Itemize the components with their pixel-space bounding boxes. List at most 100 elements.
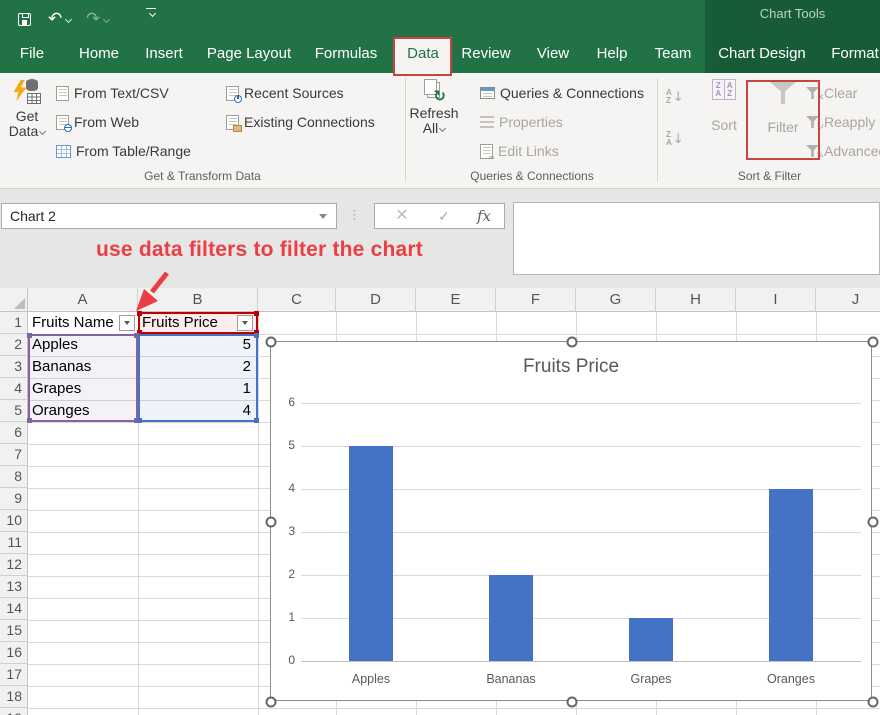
column-header-E[interactable]: E <box>416 288 496 312</box>
column-header-D[interactable]: D <box>336 288 416 312</box>
queries-connections-button[interactable]: Queries & Connections <box>480 81 644 105</box>
filter-dropdown-A1[interactable] <box>119 315 135 331</box>
chart-selection-handle[interactable] <box>266 697 277 708</box>
dropdown-arrow-icon <box>242 321 248 325</box>
tab-home[interactable]: Home <box>79 45 119 62</box>
get-data-button[interactable]: Get Data <box>3 79 51 139</box>
tab-insert[interactable]: Insert <box>145 45 183 62</box>
properties-button[interactable]: Properties <box>480 110 563 134</box>
cell-A2[interactable]: Apples <box>32 334 132 356</box>
tab-data-selected[interactable]: Data <box>394 37 452 73</box>
existing-connections-button[interactable]: Existing Connections <box>226 110 375 134</box>
edit-links-button[interactable]: ∞ Edit Links <box>480 139 559 163</box>
sort-button[interactable]: ZAAZ Sort <box>701 79 747 133</box>
filter-button[interactable]: Filter <box>752 79 814 135</box>
refresh-all-label-1: Refresh <box>409 106 459 121</box>
from-text-csv-button[interactable]: From Text/CSV <box>56 81 169 105</box>
filter-dropdown-B1[interactable] <box>237 315 253 331</box>
customize-quick-access-toolbar-button[interactable] <box>146 8 156 30</box>
select-all-button[interactable] <box>0 288 28 312</box>
cell-A4[interactable]: Grapes <box>32 378 132 400</box>
row-header-4[interactable]: 4 <box>0 378 28 400</box>
save-button[interactable] <box>18 8 31 30</box>
tab-team[interactable]: Team <box>655 45 692 62</box>
cancel-icon[interactable]: ✕ <box>387 204 417 228</box>
tab-page-layout[interactable]: Page Layout <box>207 45 291 62</box>
group-label-sort-filter: Sort & Filter <box>659 169 880 183</box>
row-header-16[interactable]: 16 <box>0 642 28 664</box>
chart-selection-handle[interactable] <box>266 517 277 528</box>
chart-selection-handle[interactable] <box>567 697 578 708</box>
cell-A5[interactable]: Oranges <box>32 400 132 422</box>
formula-input[interactable] <box>513 202 880 275</box>
row-header-12[interactable]: 12 <box>0 554 28 576</box>
name-box[interactable]: Chart 2 <box>1 203 337 229</box>
cell-B2[interactable]: 5 <box>138 334 251 356</box>
table-range-icon <box>56 145 71 158</box>
group-label-queries: Queries & Connections <box>407 169 657 183</box>
column-header-F[interactable]: F <box>496 288 576 312</box>
chart-selection-handle[interactable] <box>266 337 277 348</box>
web-globe-icon <box>56 115 69 130</box>
chart-selection-handle[interactable] <box>868 337 879 348</box>
chart-selection-handle[interactable] <box>567 337 578 348</box>
cell-B1[interactable]: Fruits Price <box>142 312 234 334</box>
cell-B5[interactable]: 4 <box>138 400 251 422</box>
undo-button[interactable]: ↶ <box>48 8 71 30</box>
chart-object[interactable]: Fruits Price 0123456ApplesBananasGrapesO… <box>270 341 872 701</box>
row-header-2[interactable]: 2 <box>0 334 28 356</box>
group-separator <box>405 78 406 182</box>
cell-A1[interactable]: Fruits Name <box>32 312 118 334</box>
row-header-8[interactable]: 8 <box>0 466 28 488</box>
chart-selection-handle[interactable] <box>868 517 879 528</box>
tab-format[interactable]: Format <box>831 45 879 62</box>
row-header-13[interactable]: 13 <box>0 576 28 598</box>
row-header-14[interactable]: 14 <box>0 598 28 620</box>
row-header-17[interactable]: 17 <box>0 664 28 686</box>
from-web-label: From Web <box>74 114 139 130</box>
cell-B4[interactable]: 1 <box>138 378 251 400</box>
row-header-6[interactable]: 6 <box>0 422 28 444</box>
row-header-15[interactable]: 15 <box>0 620 28 642</box>
row-header-7[interactable]: 7 <box>0 444 28 466</box>
tab-view[interactable]: View <box>537 45 569 62</box>
row-header-18[interactable]: 18 <box>0 686 28 708</box>
tab-file[interactable]: File <box>20 45 44 62</box>
recent-sources-button[interactable]: Recent Sources <box>226 81 344 105</box>
from-table-range-button[interactable]: From Table/Range <box>56 139 191 163</box>
get-data-label-1: Get <box>3 109 51 124</box>
column-header-J[interactable]: J <box>816 288 880 312</box>
sort-ascending-button[interactable]: AZ↓ <box>666 85 684 109</box>
sort-descending-button[interactable]: ZA↓ <box>666 127 684 151</box>
column-header-B[interactable]: B <box>138 288 258 312</box>
tab-formulas[interactable]: Formulas <box>315 45 378 62</box>
excel-window: Chart Tools ↶ ↷ File Home Insert Page La… <box>0 0 880 715</box>
row-header-1[interactable]: 1 <box>0 312 28 334</box>
chart-selection-handle[interactable] <box>868 697 879 708</box>
column-header-I[interactable]: I <box>736 288 816 312</box>
redo-button[interactable]: ↷ <box>86 8 109 30</box>
row-header-11[interactable]: 11 <box>0 532 28 554</box>
formula-bar-drag-handle[interactable]: ⋮ <box>348 203 361 229</box>
column-header-C[interactable]: C <box>258 288 336 312</box>
row-header-19[interactable]: 19 <box>0 708 28 715</box>
tab-chart-design[interactable]: Chart Design <box>718 45 806 62</box>
enter-check-icon[interactable]: ✓ <box>429 204 459 228</box>
row-header-9[interactable]: 9 <box>0 488 28 510</box>
column-header-H[interactable]: H <box>656 288 736 312</box>
row-header-10[interactable]: 10 <box>0 510 28 532</box>
row-header-3[interactable]: 3 <box>0 356 28 378</box>
row-header-5[interactable]: 5 <box>0 400 28 422</box>
clear-filter-button[interactable]: ✕ Clear <box>806 81 857 105</box>
tab-review[interactable]: Review <box>461 45 510 62</box>
from-web-button[interactable]: From Web <box>56 110 139 134</box>
column-header-A[interactable]: A <box>28 288 138 312</box>
reapply-filter-button[interactable]: ↻ Reapply <box>806 110 875 134</box>
cell-A3[interactable]: Bananas <box>32 356 132 378</box>
tab-help[interactable]: Help <box>597 45 628 62</box>
insert-function-button[interactable]: fx <box>469 204 499 228</box>
cell-B3[interactable]: 2 <box>138 356 251 378</box>
refresh-all-button[interactable]: ↻ Refresh All <box>409 79 459 136</box>
advanced-filter-button[interactable]: ✎ Advanced <box>806 139 880 163</box>
column-header-G[interactable]: G <box>576 288 656 312</box>
